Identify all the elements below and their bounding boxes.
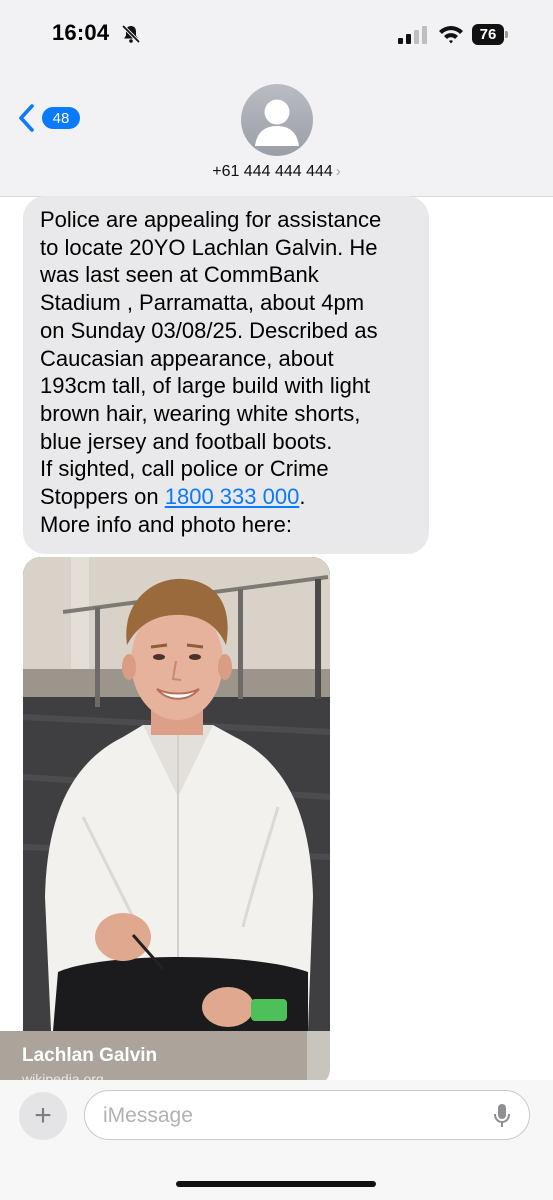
unread-count-badge[interactable]: 48 <box>42 107 80 129</box>
link-preview-card[interactable] <box>23 557 330 1087</box>
message-line: on Sunday 03/08/25. Described as <box>40 317 378 343</box>
home-indicator[interactable] <box>176 1181 376 1187</box>
message-line: to locate 20YO Lachlan Galvin. He <box>40 234 378 260</box>
contact-name[interactable]: +61 444 444 444 › <box>0 163 553 181</box>
message-line: Caucasian appearance, about <box>40 345 334 371</box>
message-line: 193cm tall, of large build with light <box>40 373 371 399</box>
phone-suffix: . <box>299 484 306 510</box>
contact-number[interactable]: +61 444 444 444 <box>212 163 333 180</box>
link-preview-title: Lachlan Galvin <box>22 1045 158 1066</box>
message-line: If sighted, call police or Crime <box>40 456 329 482</box>
message-line: Stadium , Parramatta, about 4pm <box>40 290 365 316</box>
chevron-right-icon: › <box>335 163 341 180</box>
bell-slash-icon <box>121 24 141 44</box>
person-icon <box>255 99 299 146</box>
battery-icon: 76 <box>472 24 510 45</box>
battery-level: 76 <box>472 24 504 45</box>
message-line-phone: Stoppers on 1800 333 000. <box>40 483 415 511</box>
link-preview-caption[interactable]: Lachlan Galvin wikipedia.org <box>0 1031 307 1087</box>
message-input[interactable]: iMessage <box>84 1090 530 1140</box>
contact-avatar[interactable] <box>241 84 313 156</box>
wifi-icon <box>439 26 463 44</box>
message-line: More info and photo here: <box>40 511 292 537</box>
phone-prefix: Stoppers on <box>40 484 165 510</box>
cellular-signal-icon <box>398 26 427 44</box>
phone-number-link[interactable]: 1800 333 000 <box>165 484 300 509</box>
microphone-icon[interactable] <box>493 1103 511 1129</box>
message-line: Police are appealing for assistance <box>40 207 382 232</box>
plus-icon: + <box>34 1099 52 1132</box>
status-time: 16:04 <box>52 20 110 45</box>
message-line: was last seen at CommBank <box>40 262 319 288</box>
incoming-message-bubble[interactable]: Police are appealing for assistance to l… <box>23 196 429 554</box>
message-input-placeholder: iMessage <box>103 1104 193 1127</box>
chevron-left-icon <box>19 104 34 132</box>
message-line: brown hair, wearing white shorts, <box>40 400 361 426</box>
add-attachment-button[interactable]: + <box>19 1092 67 1140</box>
message-line: blue jersey and football boots. <box>40 428 333 454</box>
status-bar: 16:04 76 <box>0 0 553 70</box>
person-photo <box>23 557 330 1031</box>
